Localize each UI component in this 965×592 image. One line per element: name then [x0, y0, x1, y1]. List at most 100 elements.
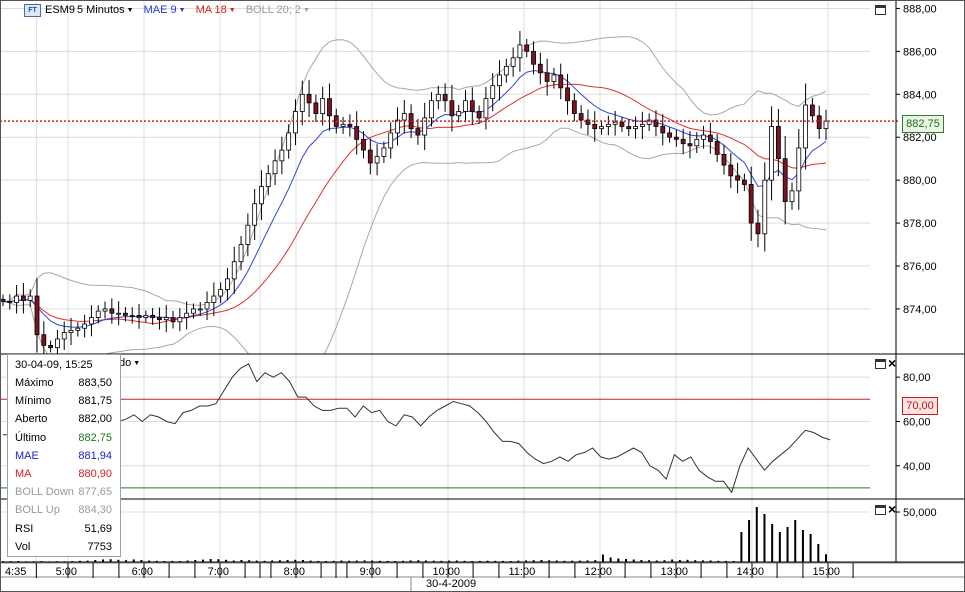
close-icon[interactable]: × [888, 356, 896, 370]
time-tick-label: 12:00 [585, 566, 613, 578]
candle-body [701, 134, 706, 140]
row-value: 882,00 [78, 413, 112, 426]
frame-layer [0, 0, 965, 592]
candle-body [449, 100, 455, 117]
candle-body [639, 123, 645, 127]
candle-body [150, 314, 156, 318]
candle-body [442, 93, 448, 102]
time-tick-label: 10:00 [433, 566, 461, 578]
candle-body [48, 345, 54, 348]
candle-body [551, 74, 557, 82]
date-label: 30-4-2009 [426, 578, 477, 590]
candle-body [245, 224, 251, 245]
candle-body [259, 186, 264, 205]
maximize-icon[interactable] [875, 359, 886, 369]
maximize-icon[interactable] [875, 505, 886, 515]
candle-body [769, 126, 774, 181]
timeframe-label: 5 Minutos [76, 4, 125, 16]
row-label: MAE [15, 449, 39, 462]
candle-body [592, 123, 598, 130]
time-tick-label: 8:00 [284, 566, 305, 578]
candle-body [483, 98, 489, 119]
row-value: 51,69 [84, 522, 112, 535]
candle-body [660, 126, 666, 134]
candle-body [510, 57, 516, 67]
candle-body [218, 289, 224, 297]
candle-body [803, 104, 808, 149]
candle-body [401, 113, 407, 121]
candle-body [102, 308, 108, 312]
grid-layer [0, 2, 870, 562]
candle-body [667, 132, 672, 138]
candle-body [469, 100, 475, 112]
candle-body [170, 317, 176, 323]
candle-body [177, 317, 183, 323]
row-value: 7753 [87, 540, 112, 553]
ma-indicator-selector[interactable]: MA 18 ▼ [196, 4, 236, 16]
candle-body [571, 100, 577, 115]
candle-body [578, 113, 584, 121]
candle-body [327, 98, 332, 117]
candle-body [313, 102, 319, 115]
candle-body [191, 308, 196, 314]
row-label: Último [15, 431, 47, 444]
price-tick-label: 888,00 [903, 3, 937, 15]
moving-average-layer [2, 70, 827, 328]
rsi-layer [0, 363, 870, 494]
symbol-selector[interactable]: FT ESM9 5 Minutos ▼ [24, 3, 134, 17]
candle-body [340, 123, 346, 127]
price-tick-label: 880,00 [903, 175, 937, 187]
bollinger-band-layer [2, 36, 827, 354]
time-tick-label: 13:00 [661, 566, 689, 578]
candle-body [497, 74, 502, 87]
ft-logo-icon: FT [24, 3, 41, 17]
candle-body [381, 147, 387, 157]
candle-body [293, 111, 298, 134]
candle-body [524, 44, 530, 52]
close-icon[interactable]: × [888, 502, 896, 516]
rsi-indicator-selector[interactable]: do ▼ [119, 357, 140, 369]
time-tick-label: 7:00 [208, 566, 229, 578]
time-tick-label: 6:00 [132, 566, 153, 578]
candle-body [157, 317, 162, 321]
data-window-row: Vol 7753 [8, 538, 120, 556]
candle-body [490, 85, 496, 99]
candle-body [755, 222, 761, 235]
candle-body [109, 308, 115, 314]
boll-indicator-selector[interactable]: BOLL 20; 2 ▼ [246, 4, 310, 16]
row-label: Vol [15, 540, 31, 553]
candle-body [415, 128, 421, 136]
data-window-row: RSI 51,69 [8, 520, 120, 538]
row-value: 882,75 [78, 431, 112, 444]
dropdown-triangle-icon: ▼ [133, 359, 141, 367]
data-window-row: Aberto 882,00 [8, 410, 120, 428]
mae-indicator-selector[interactable]: MAE 9 ▼ [144, 4, 186, 16]
candle-body [435, 93, 441, 102]
mae-label: MAE 9 [143, 4, 177, 16]
candle-body [735, 175, 740, 181]
data-window-row: Último 882,75 [8, 429, 120, 447]
candle-body [537, 63, 543, 74]
dropdown-triangle-icon: ▼ [126, 6, 134, 14]
candle-body [721, 153, 727, 166]
time-tick-label: 14:00 [737, 566, 765, 578]
candle-body [612, 121, 618, 125]
candle-body [27, 295, 33, 301]
candle-body [796, 147, 802, 192]
candle-body [68, 329, 74, 333]
bollinger-upper-line [2, 36, 827, 306]
candle-body [476, 111, 482, 119]
candle-body [184, 312, 190, 318]
data-window-row: Mínimo 881,75 [8, 392, 120, 410]
candle-body [129, 314, 135, 317]
row-label: Aberto [15, 413, 48, 426]
data-window-row: Máximo 883,50 [8, 374, 120, 392]
candle-body [463, 100, 468, 112]
candle-body [75, 327, 81, 331]
candle-body [694, 138, 700, 147]
chart-canvas: 874,00 876,00 878,00 880,00 882,00 884,00 886,… [0, 0, 965, 592]
maximize-icon[interactable] [875, 5, 886, 15]
candle-body [789, 190, 795, 203]
candle-body [286, 132, 292, 151]
candle-body [680, 138, 686, 145]
